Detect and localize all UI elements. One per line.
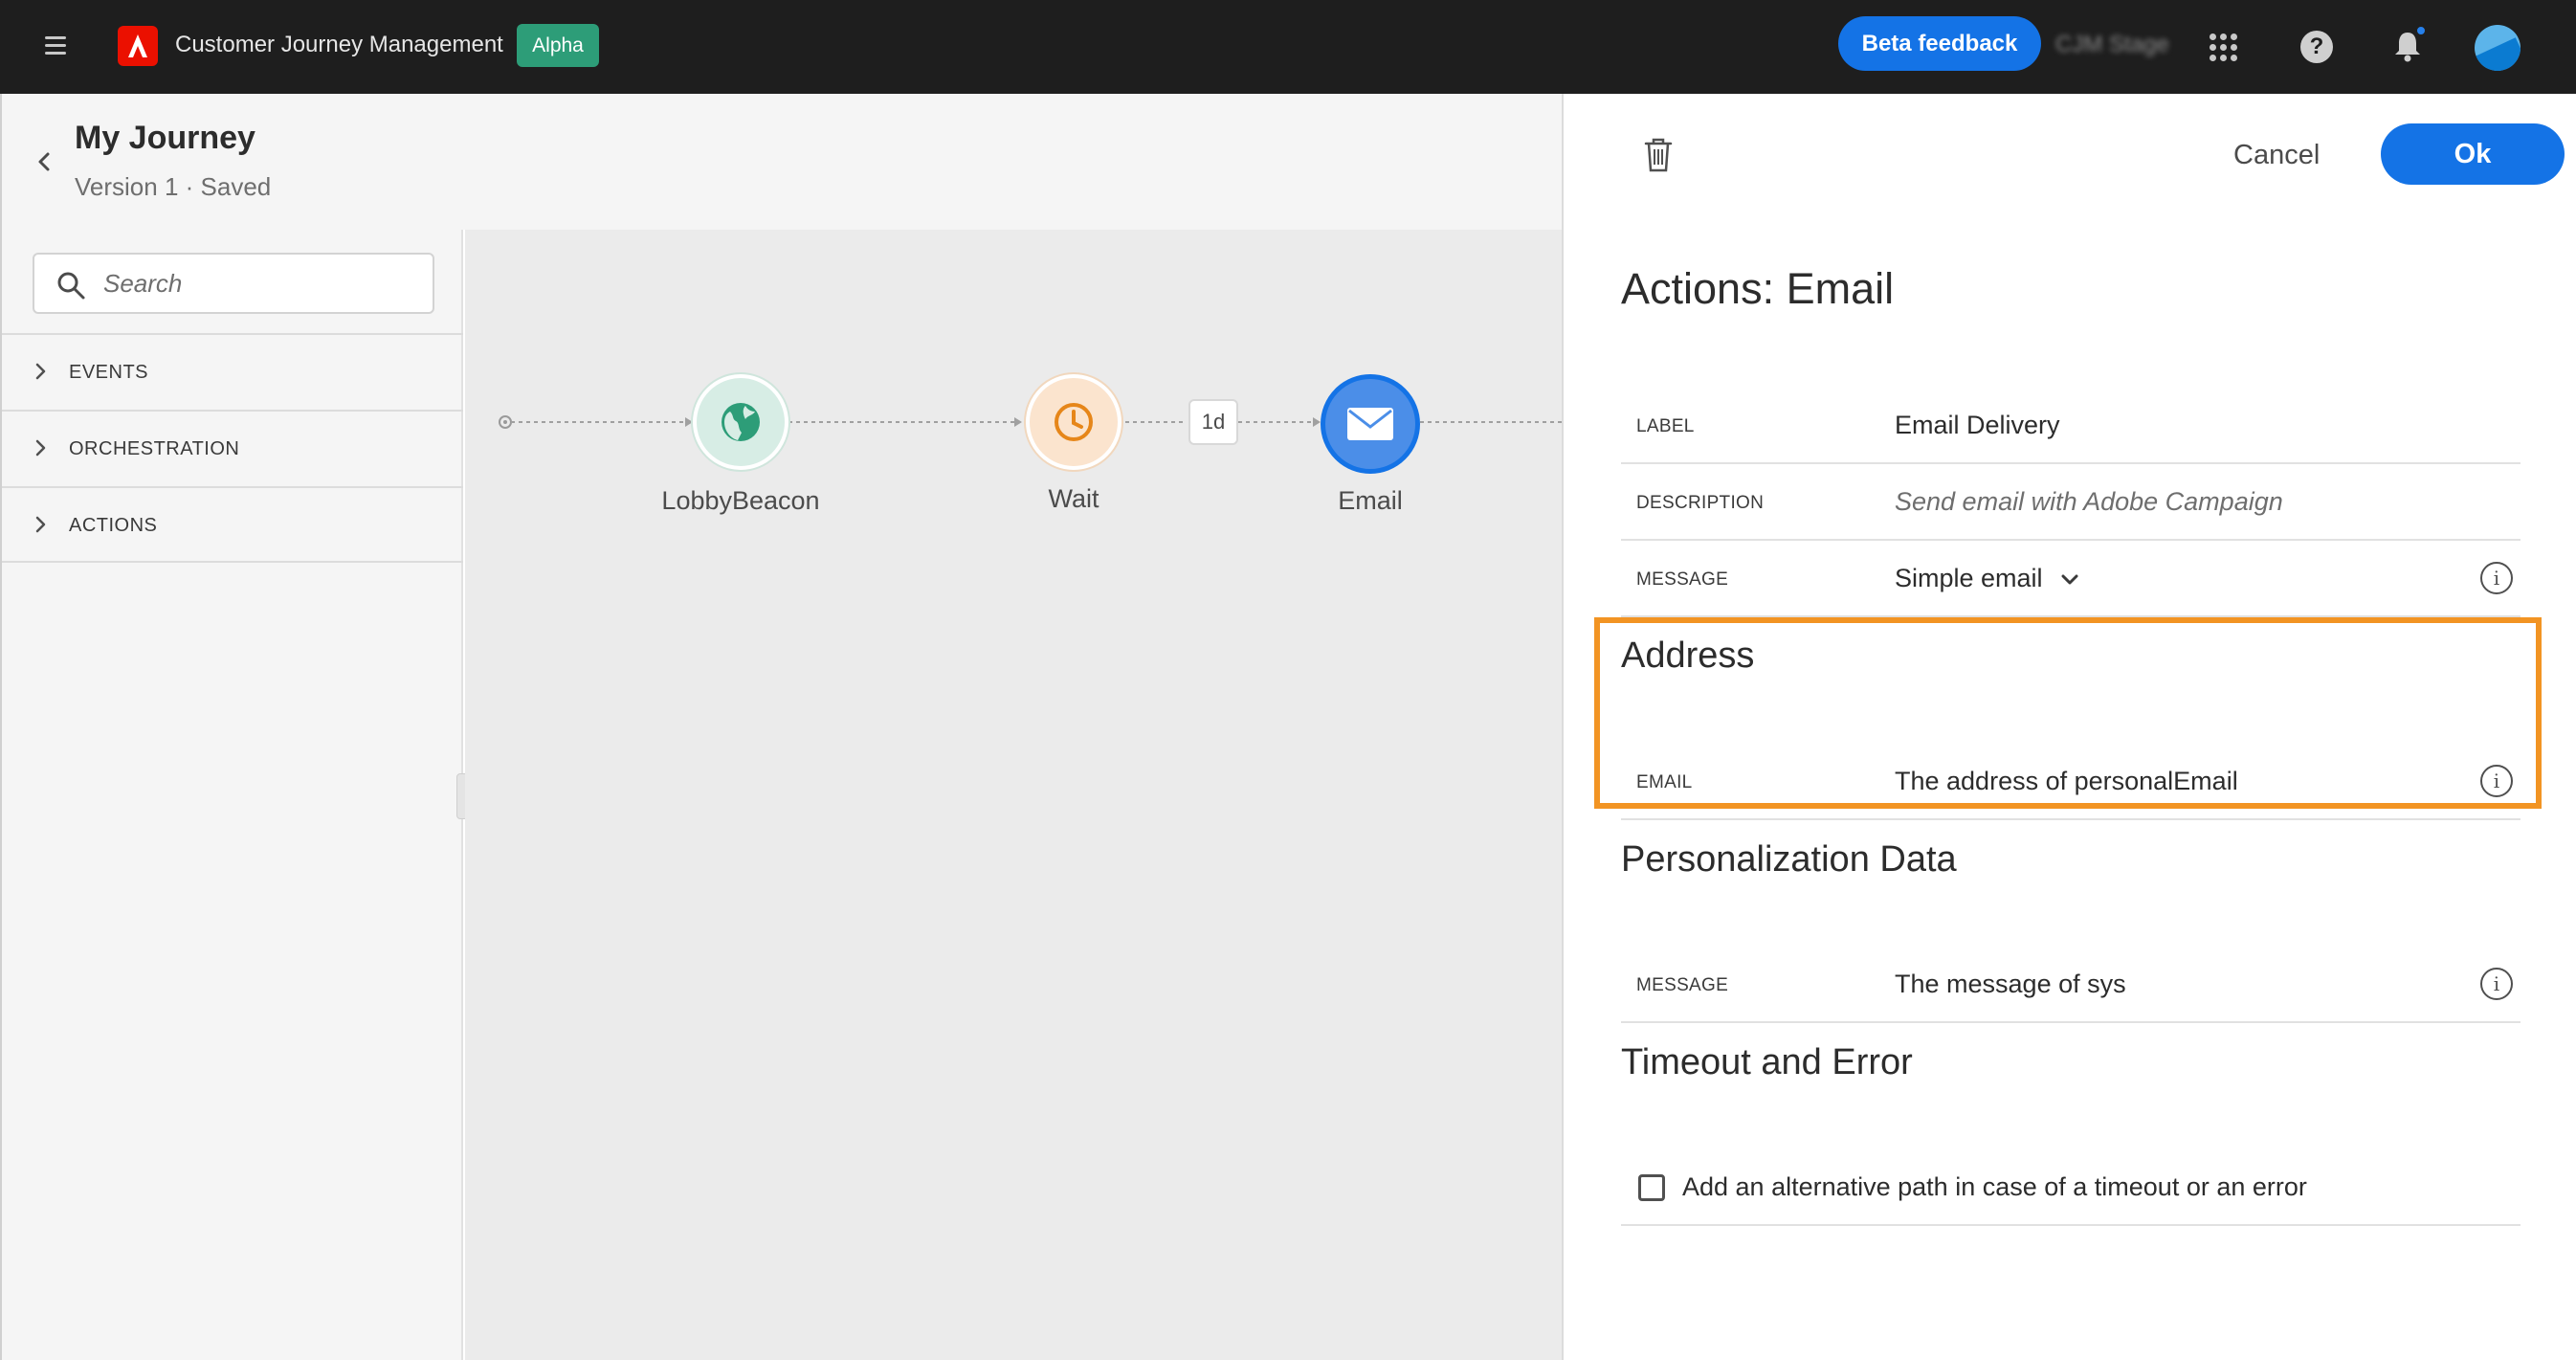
timeout-section-title: Timeout and Error bbox=[1621, 1042, 1913, 1082]
message-dropdown-value: Simple email bbox=[1895, 564, 2043, 592]
personalization-message-field[interactable]: The message of sys bbox=[1895, 970, 2126, 999]
timeout-checkbox-label[interactable]: Add an alternative path in case of a tim… bbox=[1682, 1172, 2307, 1202]
journey-title: My Journey bbox=[75, 120, 255, 156]
wait-node[interactable] bbox=[1026, 374, 1121, 470]
trash-icon[interactable] bbox=[1642, 136, 1675, 174]
org-switcher[interactable]: CJM Stage bbox=[2055, 32, 2169, 58]
action-node-email[interactable] bbox=[1321, 374, 1420, 474]
field-key: EMAIL bbox=[1636, 772, 1693, 792]
category-events[interactable]: EVENTS bbox=[2, 333, 463, 410]
menu-icon[interactable] bbox=[42, 32, 71, 60]
envelope-icon bbox=[1347, 408, 1393, 440]
journey-canvas[interactable]: LobbyBeacon Wait 1d Email bbox=[465, 230, 1562, 1360]
cancel-button[interactable]: Cancel bbox=[2233, 140, 2320, 171]
field-key: MESSAGE bbox=[1636, 975, 1729, 995]
node-label: LobbyBeacon bbox=[661, 486, 820, 515]
category-label: ORCHESTRATION bbox=[69, 438, 240, 459]
node-label: Wait bbox=[1048, 484, 1099, 513]
search-box bbox=[33, 253, 434, 314]
connector-lines bbox=[499, 415, 1562, 429]
back-chevron-icon[interactable] bbox=[34, 151, 56, 172]
chevron-right-icon bbox=[35, 516, 46, 533]
chevron-right-icon bbox=[35, 363, 46, 380]
timeout-checkbox[interactable] bbox=[1638, 1174, 1665, 1201]
label-row: LABEL Email Delivery bbox=[1621, 388, 2520, 464]
personalization-section-title: Personalization Data bbox=[1621, 839, 1957, 880]
app-title: Customer Journey Management bbox=[175, 32, 503, 57]
apps-grid-icon[interactable] bbox=[2208, 32, 2240, 64]
message-dropdown[interactable]: Simple email bbox=[1895, 564, 2079, 593]
clock-icon bbox=[1055, 403, 1093, 441]
event-node-lobbybeacon[interactable] bbox=[693, 374, 788, 470]
address-section-title: Address bbox=[1621, 635, 1755, 676]
category-actions[interactable]: ACTIONS bbox=[2, 486, 463, 563]
chevron-right-icon bbox=[35, 439, 46, 457]
alpha-badge: Alpha bbox=[517, 24, 599, 67]
personalization-message-row: MESSAGE The message of sys i bbox=[1621, 947, 2520, 1023]
action-properties-panel: Cancel Ok Actions: Email LABEL Email Del… bbox=[1562, 94, 2576, 1360]
email-field[interactable]: The address of personalEmail bbox=[1895, 767, 2238, 796]
description-field[interactable]: Send email with Adobe Campaign bbox=[1895, 487, 2283, 517]
info-icon[interactable]: i bbox=[2480, 562, 2513, 594]
email-row: EMAIL The address of personalEmail i bbox=[1621, 744, 2520, 820]
category-label: ACTIONS bbox=[69, 515, 158, 536]
info-icon[interactable]: i bbox=[2480, 765, 2513, 797]
user-avatar[interactable] bbox=[2475, 25, 2520, 71]
message-row: MESSAGE Simple email i bbox=[1621, 541, 2520, 617]
journey-version: Version 1 · Saved bbox=[75, 172, 272, 201]
search-icon bbox=[57, 272, 85, 300]
category-label: EVENTS bbox=[69, 362, 149, 383]
info-icon[interactable]: i bbox=[2480, 968, 2513, 1000]
field-key: MESSAGE bbox=[1636, 569, 1729, 590]
panel-title: Actions: Email bbox=[1621, 264, 1895, 313]
node-label: Email bbox=[1338, 486, 1403, 515]
description-row: DESCRIPTION Send email with Adobe Campai… bbox=[1621, 464, 2520, 541]
activity-palette: EVENTS ORCHESTRATION ACTIONS bbox=[0, 230, 463, 1360]
journey-header: My Journey Version 1 · Saved bbox=[0, 94, 1562, 230]
notifications-bell-icon[interactable] bbox=[2390, 25, 2427, 63]
help-icon[interactable]: ? bbox=[2300, 31, 2333, 63]
ok-button[interactable]: Ok bbox=[2381, 123, 2565, 185]
field-key: DESCRIPTION bbox=[1636, 493, 1765, 513]
field-key: LABEL bbox=[1636, 416, 1695, 436]
label-field[interactable]: Email Delivery bbox=[1895, 411, 2060, 440]
beta-feedback-button[interactable]: Beta feedback bbox=[1838, 16, 2041, 71]
notification-dot bbox=[2415, 25, 2427, 36]
wait-duration-badge: 1d bbox=[1188, 399, 1238, 445]
top-bar: Customer Journey Management Alpha Beta f… bbox=[0, 0, 2576, 94]
category-orchestration[interactable]: ORCHESTRATION bbox=[2, 410, 463, 486]
chevron-down-icon bbox=[2061, 574, 2078, 585]
globe-icon bbox=[722, 403, 760, 441]
adobe-logo-icon bbox=[118, 26, 158, 66]
timeout-row: Add an alternative path in case of a tim… bbox=[1621, 1149, 2520, 1226]
search-input[interactable] bbox=[101, 255, 417, 312]
